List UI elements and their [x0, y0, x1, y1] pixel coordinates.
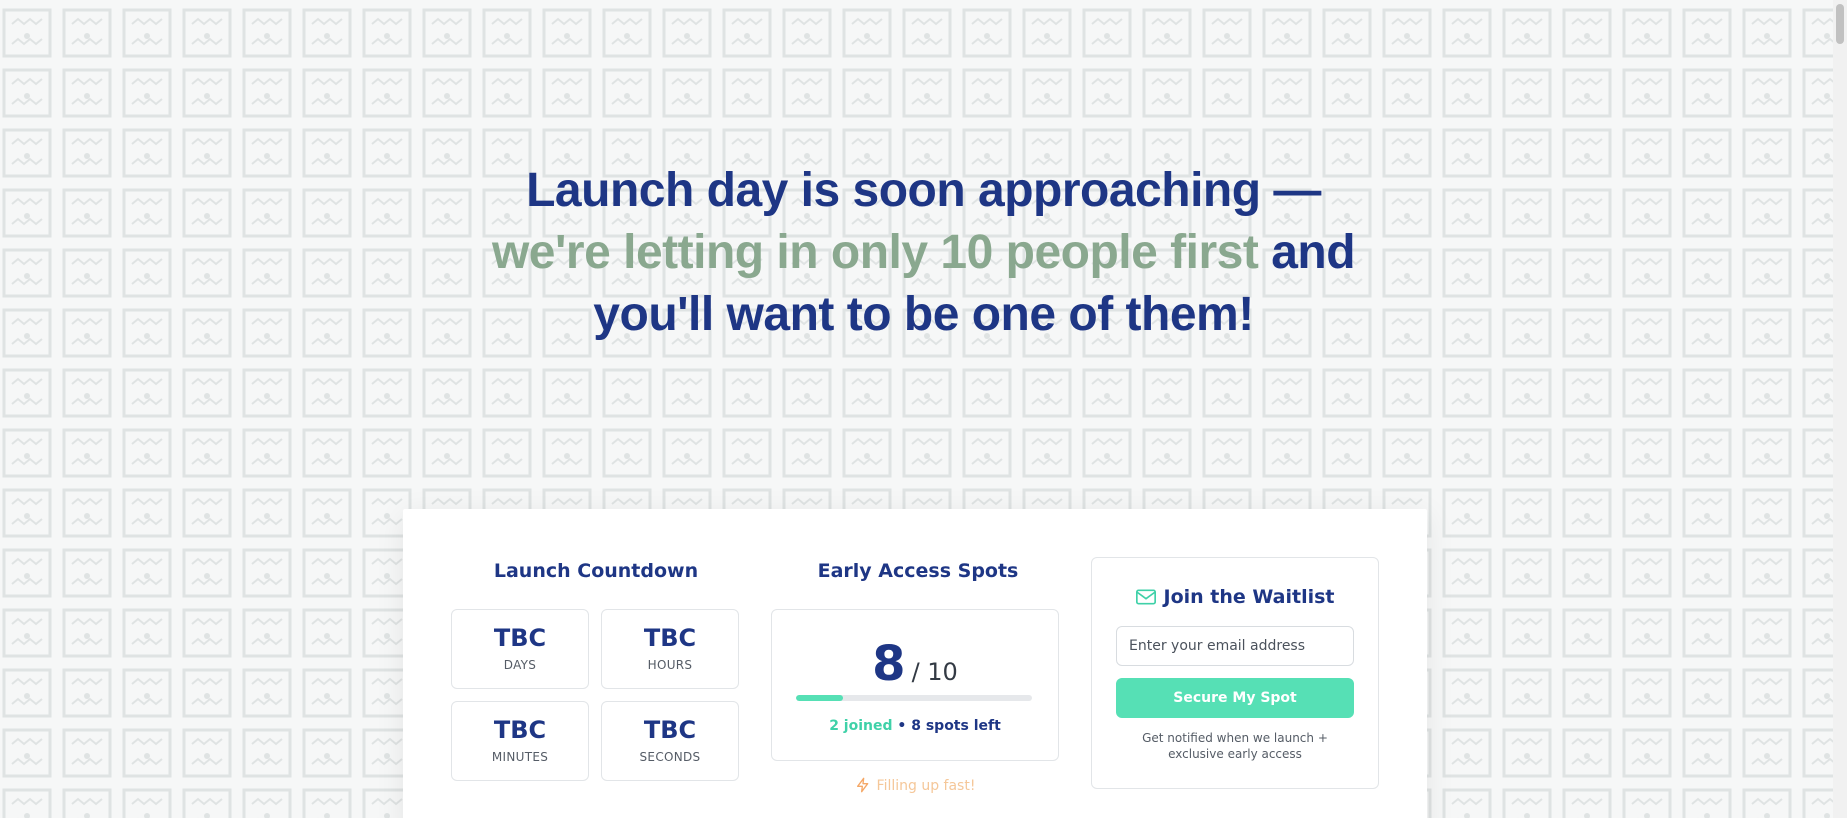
waitlist-title: Join the Waitlist	[1163, 586, 1335, 608]
countdown-value: TBC	[493, 624, 547, 652]
countdown-value: TBC	[643, 716, 697, 744]
spots-separator: •	[892, 718, 912, 734]
countdown-unit: HOURS	[647, 658, 693, 672]
filling-text: Filling up fast!	[876, 778, 976, 794]
headline-line-2-rest: and	[1258, 226, 1356, 279]
scrollbar[interactable]	[1833, 0, 1847, 818]
countdown-tile-hours: TBC HOURS	[601, 609, 739, 689]
countdown-unit: DAYS	[503, 658, 537, 672]
waitlist-panel: Join the Waitlist Secure My Spot Get not…	[1091, 557, 1379, 789]
hero-headline: Launch day is soon approaching — we're l…	[0, 160, 1847, 346]
scrollbar-thumb[interactable]	[1836, 4, 1844, 44]
countdown-value: TBC	[643, 624, 697, 652]
spots-counter: 8/ 10	[772, 636, 1058, 692]
headline-line-3: you'll want to be one of them!	[593, 288, 1254, 341]
secure-spot-button[interactable]: Secure My Spot	[1116, 678, 1354, 718]
spots-remaining: 8	[872, 636, 906, 692]
spots-progress-fill	[796, 695, 844, 701]
countdown-tile-minutes: TBC MINUTES	[451, 701, 589, 781]
spots-status: 2 joined • 8 spots left	[772, 718, 1058, 734]
waitlist-note: Get notified when we launch + exclusive …	[1142, 731, 1328, 761]
countdown-tile-seconds: TBC SECONDS	[601, 701, 739, 781]
waitlist-heading: Join the Waitlist	[1092, 586, 1378, 610]
email-input[interactable]	[1116, 626, 1354, 666]
spots-title: Early Access Spots	[817, 560, 1019, 582]
spots-total: / 10	[911, 658, 958, 686]
filling-notice: Filling up fast!	[771, 777, 1059, 797]
headline-accent: we're letting in only 10 people first	[491, 226, 1259, 279]
lightning-icon	[855, 777, 871, 797]
mail-icon	[1135, 588, 1156, 610]
headline-line-1: Launch day is soon approaching —	[526, 164, 1321, 217]
spots-left: 8 spots left	[911, 718, 1001, 734]
spots-joined: 2 joined	[829, 718, 893, 734]
spots-progress-bar	[796, 695, 1032, 701]
countdown-unit: MINUTES	[491, 750, 549, 764]
countdown-value: TBC	[493, 716, 547, 744]
countdown-title: Launch Countdown	[493, 560, 699, 582]
spots-panel: 8/ 10 2 joined • 8 spots left	[771, 609, 1059, 761]
countdown-tile-days: TBC DAYS	[451, 609, 589, 689]
launch-card: Launch Countdown TBC DAYS TBC HOURS TBC …	[403, 509, 1427, 818]
countdown-unit: SECONDS	[639, 750, 701, 764]
